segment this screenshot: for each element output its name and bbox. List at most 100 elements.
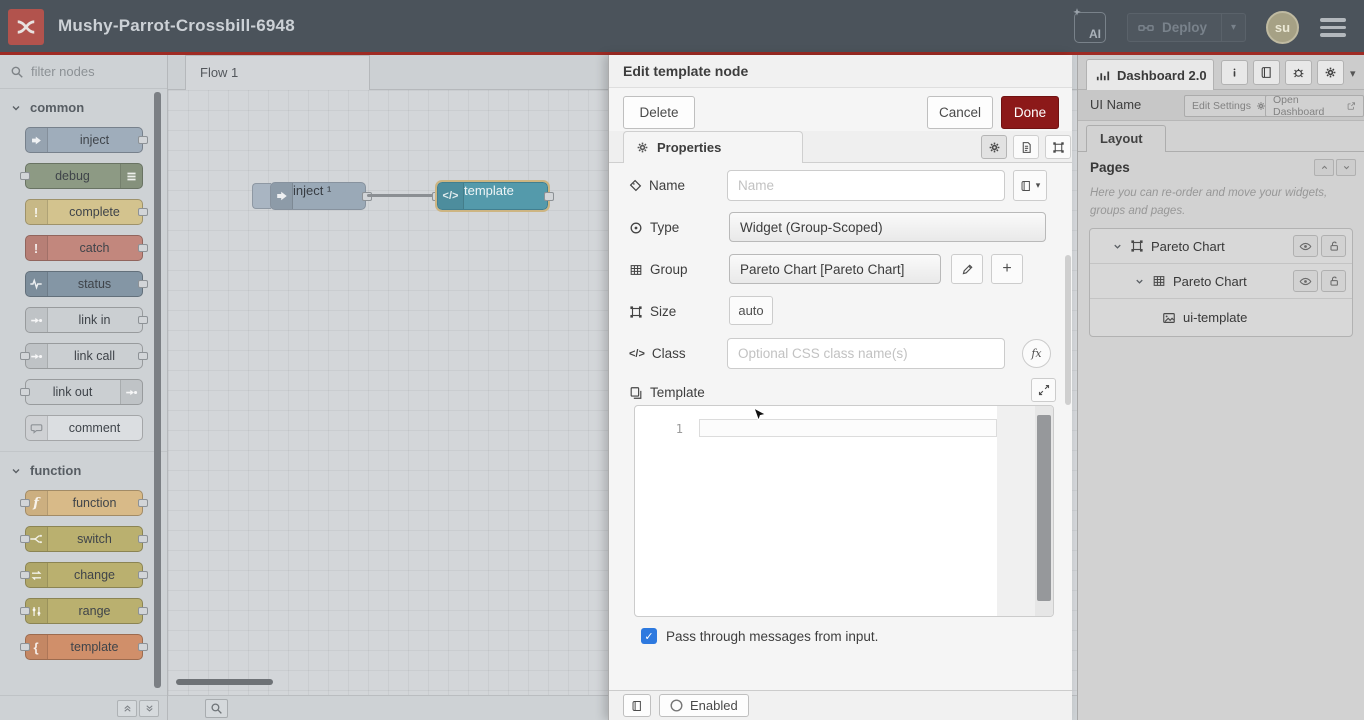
visibility-button[interactable] [1293, 270, 1318, 292]
info-tab-button[interactable] [1221, 60, 1248, 85]
expand-all-button[interactable] [139, 700, 159, 717]
template-code-editor[interactable]: 1 [634, 405, 1054, 617]
copy-icon [629, 386, 643, 400]
name-input[interactable] [727, 170, 1005, 201]
gear-icon [636, 141, 649, 154]
palette-node-link-out[interactable]: link out [25, 379, 143, 405]
exclamation-icon: ! [26, 236, 48, 260]
debug-bars-icon [120, 164, 142, 188]
ai-assistant-button[interactable]: AI [1074, 12, 1106, 43]
table-icon [629, 263, 643, 277]
add-group-button[interactable]: + [991, 254, 1023, 284]
fx-button[interactable]: fx [1022, 339, 1051, 368]
palette-scrollbar[interactable] [154, 92, 161, 688]
lock-button[interactable] [1321, 235, 1346, 257]
delete-button[interactable]: Delete [623, 96, 695, 129]
editor-scrollbar-thumb[interactable] [1037, 415, 1051, 601]
palette-node-switch[interactable]: switch [25, 526, 143, 552]
tree-row-page[interactable]: Pareto Chart [1090, 229, 1352, 264]
output-port [138, 280, 148, 288]
visibility-button[interactable] [1293, 235, 1318, 257]
help-tab-button[interactable] [1253, 60, 1280, 85]
flow-node-template-selected[interactable]: </> template [437, 182, 548, 210]
deploy-options-caret[interactable]: ▾ [1221, 14, 1245, 41]
edit-group-button[interactable] [951, 254, 983, 284]
palette-node-catch[interactable]: ! catch [25, 235, 143, 261]
open-dashboard-button[interactable]: Open Dashboard [1265, 95, 1364, 117]
pages-heading: Pages [1090, 160, 1130, 175]
tab-properties[interactable]: Properties [623, 131, 803, 163]
tray-footer: Enabled [609, 690, 1072, 720]
type-select[interactable]: Widget (Group-Scoped) [729, 212, 1046, 242]
canvas-horizontal-scrollbar[interactable] [176, 679, 273, 685]
done-button[interactable]: Done [1001, 96, 1059, 129]
ui-name-row: UI Name Edit Settings Open Dashboard [1078, 90, 1364, 121]
palette-search[interactable]: filter nodes [0, 55, 167, 89]
flow-node-inject[interactable]: inject ¹ [270, 182, 366, 210]
pages-expand-button[interactable] [1336, 159, 1356, 176]
debug-tab-button[interactable] [1285, 60, 1312, 85]
cancel-button[interactable]: Cancel [927, 96, 993, 129]
tab-dashboard-2[interactable]: Dashboard 2.0 [1086, 59, 1214, 90]
template-field-label: Template [629, 385, 705, 400]
collapse-all-button[interactable] [117, 700, 137, 717]
palette-node-comment[interactable]: comment [25, 415, 143, 441]
palette-node-function[interactable]: f function [25, 490, 143, 516]
class-input[interactable] [727, 338, 1005, 369]
label-options-button[interactable]: ▾ [1013, 170, 1047, 201]
enabled-toggle-button[interactable]: Enabled [659, 694, 749, 717]
group-select[interactable]: Pareto Chart [Pareto Chart] [729, 254, 941, 284]
description-tab-button[interactable] [1013, 135, 1039, 159]
edit-settings-button[interactable]: Edit Settings [1184, 95, 1274, 117]
palette-node-change[interactable]: change [25, 562, 143, 588]
tab-layout[interactable]: Layout [1086, 125, 1166, 152]
tree-row-widget[interactable]: ui-template [1090, 299, 1352, 336]
docs-button[interactable] [623, 694, 651, 717]
config-tab-button[interactable] [1317, 60, 1344, 85]
palette-section-function[interactable]: function [0, 452, 167, 482]
toggle-circle-icon [670, 699, 683, 712]
palette-section-common[interactable]: common [0, 89, 167, 119]
search-icon [10, 65, 24, 79]
passthrough-checkbox[interactable]: ✓ [641, 628, 657, 644]
palette-node-inject[interactable]: inject [25, 127, 143, 153]
inject-trigger-button[interactable] [252, 183, 271, 209]
chevron-down-icon [1134, 276, 1145, 287]
palette-node-complete[interactable]: ! complete [25, 199, 143, 225]
editor-active-line[interactable] [699, 419, 997, 437]
main-menu-button[interactable] [1320, 18, 1346, 41]
appearance-tab-button[interactable] [1045, 135, 1071, 159]
properties-tab-button[interactable] [981, 135, 1007, 159]
canvas-search-button[interactable] [205, 699, 228, 718]
dashboard-sidebar: Dashboard 2.0 ▾ UI Name Edit Settings Op… [1077, 55, 1364, 720]
caret-down-icon: ▾ [1036, 180, 1041, 191]
palette-node-link-in[interactable]: link in [25, 307, 143, 333]
palette-node-debug[interactable]: debug [25, 163, 143, 189]
workspace-title: Mushy-Parrot-Crossbill-6948 [58, 0, 295, 52]
deploy-button[interactable]: Deploy [1128, 14, 1221, 41]
sparkle-icon [1071, 7, 1083, 19]
tree-row-group[interactable]: Pareto Chart [1090, 264, 1352, 299]
wire[interactable] [367, 194, 437, 197]
tray-title: Edit template node [609, 55, 1072, 88]
palette-node-range[interactable]: range [25, 598, 143, 624]
deploy-node-icon [1138, 20, 1154, 36]
sidebar-options-caret[interactable]: ▾ [1350, 67, 1356, 80]
palette-node-template[interactable]: { template [25, 634, 143, 660]
expand-editor-button[interactable] [1031, 378, 1056, 402]
size-frame-icon [629, 305, 643, 319]
tree-label: ui-template [1183, 310, 1247, 325]
name-field-label: Name [629, 178, 685, 193]
palette-node-status[interactable]: status [25, 271, 143, 297]
template-output-port[interactable] [544, 192, 554, 201]
user-avatar[interactable]: su [1266, 11, 1299, 44]
lock-button[interactable] [1321, 270, 1346, 292]
tag-icon [629, 179, 642, 192]
tray-scrollbar[interactable] [1065, 255, 1071, 405]
layout-tab-bar: Layout [1078, 121, 1364, 152]
palette-footer [0, 695, 167, 720]
pages-collapse-button[interactable] [1314, 159, 1334, 176]
palette-node-link-call[interactable]: link call [25, 343, 143, 369]
size-button[interactable]: auto [729, 296, 773, 325]
tab-flow-1[interactable]: Flow 1 [185, 55, 370, 90]
